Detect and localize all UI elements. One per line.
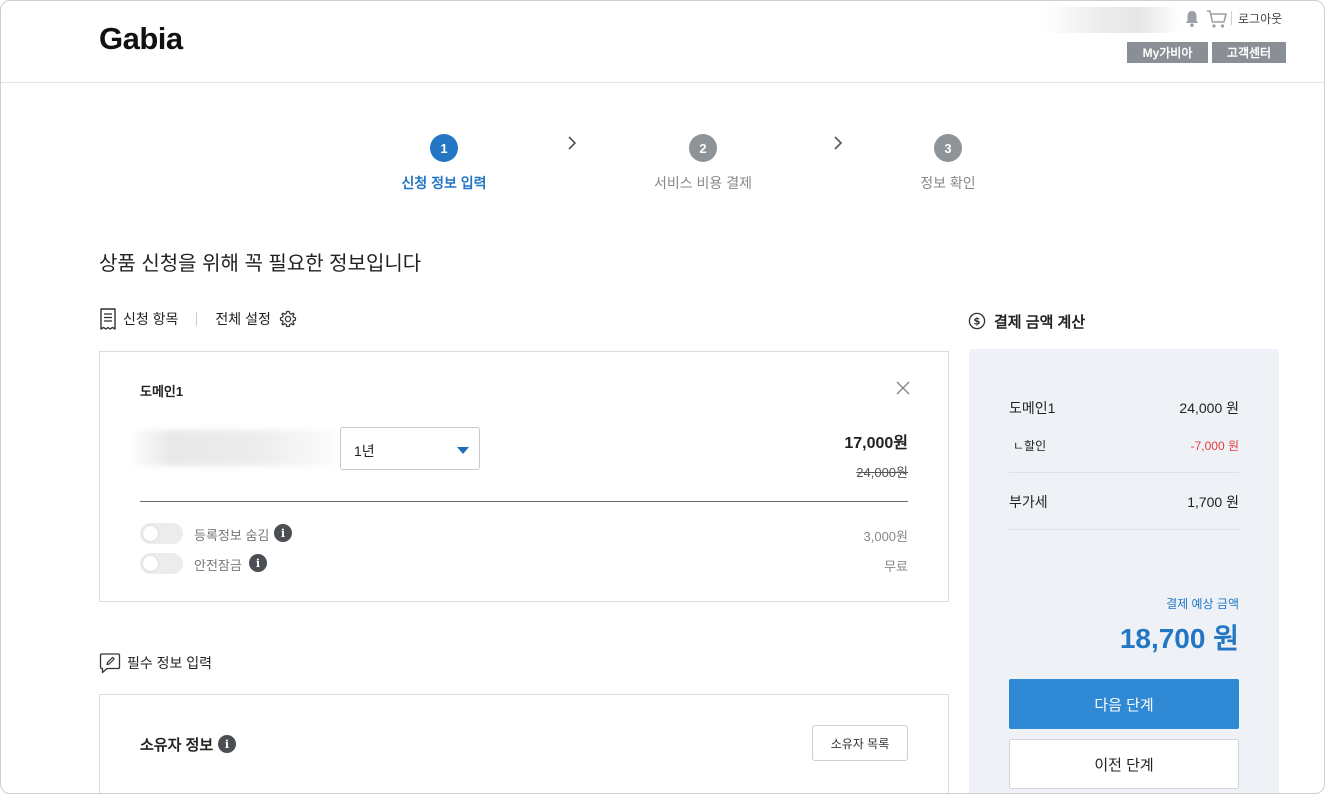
required-info-label: 필수 정보 입력 <box>127 655 213 671</box>
toolbar-separator <box>196 312 198 326</box>
payment-heading: $ 결제 금액 계산 <box>968 310 1085 332</box>
pay-row-vat: 부가세 1,700 원 <box>1009 492 1239 512</box>
privacy-hide-label: 등록정보 숨김 <box>194 528 270 543</box>
payment-summary-panel: 도메인1 24,000 원 ㄴ할인 -7,000 원 부가세 1,700 원 결… <box>969 349 1279 793</box>
pay-row-domain: 도메인1 24,000 원 <box>1009 398 1239 418</box>
dollar-icon: $ <box>968 312 986 330</box>
header-separator <box>1231 11 1232 25</box>
pay-vat-value: 1,700 원 <box>1187 494 1239 510</box>
safe-lock-label: 안전잠금 <box>194 558 242 573</box>
owner-list-button[interactable]: 소유자 목록 <box>812 725 908 761</box>
safe-lock-price: 무료 <box>884 559 908 574</box>
estimate-label: 결제 예상 금액 <box>1166 597 1239 611</box>
card-divider <box>140 501 908 502</box>
chevron-right-icon <box>568 136 577 150</box>
domain-item-title: 도메인1 <box>140 384 184 399</box>
pay-domain-value: 24,000 원 <box>1179 400 1239 416</box>
period-select[interactable]: 1년 <box>340 427 480 470</box>
receipt-icon <box>100 308 116 330</box>
cart-icon[interactable] <box>1206 9 1228 29</box>
settings-label[interactable]: 전체 설정 <box>215 309 270 329</box>
step-2-label: 서비스 비용 결제 <box>654 175 752 191</box>
items-label: 신청 항목 <box>123 311 179 327</box>
owner-info-card: 소유자 정보 i 소유자 목록 <box>99 694 949 793</box>
svg-text:$: $ <box>974 317 981 328</box>
customer-center-button[interactable]: 고객센터 <box>1212 42 1286 63</box>
gabia-logo[interactable]: Gabia <box>99 21 183 57</box>
domain-price: 17,000원 <box>844 435 908 452</box>
domain-name-redacted <box>132 430 336 466</box>
step-1-label: 신청 정보 입력 <box>401 175 487 191</box>
estimate-value: 18,700 원 <box>1119 623 1239 654</box>
pencil-icon <box>99 653 121 674</box>
owner-info-title: 소유자 정보 <box>140 737 214 754</box>
required-info-heading: 필수 정보 입력 <box>99 651 212 675</box>
pay-row-discount: ㄴ할인 -7,000 원 <box>1009 437 1239 455</box>
bell-icon[interactable] <box>1184 10 1200 28</box>
pay-domain-label: 도메인1 <box>1009 400 1056 416</box>
app-window: Gabia 로그아웃 My가비아 고객센터 1 신청 정보 입력 2 서비스 비… <box>0 0 1325 794</box>
domain-original-price: 24,000원 <box>856 465 908 480</box>
next-step-button[interactable]: 다음 단계 <box>1009 679 1239 729</box>
page-title: 상품 신청을 위해 꼭 필요한 정보입니다 <box>99 253 422 275</box>
step-3-label: 정보 확인 <box>920 175 976 191</box>
privacy-hide-toggle[interactable] <box>140 523 183 544</box>
domain-item-card: 도메인1 1년 17,000원 24,000원 등록정보 숨김 i 3,000원… <box>99 351 949 602</box>
prev-step-button[interactable]: 이전 단계 <box>1009 739 1239 789</box>
info-icon[interactable]: i <box>274 524 292 542</box>
close-icon[interactable] <box>895 380 911 396</box>
info-icon[interactable]: i <box>218 735 236 753</box>
caret-down-icon <box>457 447 469 454</box>
items-toolbar: 신청 항목 전체 설정 <box>99 308 297 330</box>
pay-discount-value: -7,000 원 <box>1190 439 1239 453</box>
step-2-circle: 2 <box>689 134 717 162</box>
info-icon[interactable]: i <box>249 554 267 572</box>
user-name-redacted <box>1041 7 1181 33</box>
step-3-circle: 3 <box>934 134 962 162</box>
top-header: Gabia 로그아웃 My가비아 고객센터 <box>1 1 1324 83</box>
chevron-right-icon <box>834 136 843 150</box>
safe-lock-toggle[interactable] <box>140 553 183 574</box>
logout-link[interactable]: 로그아웃 <box>1238 10 1282 27</box>
gear-icon[interactable] <box>279 310 297 328</box>
pay-divider <box>1009 472 1239 473</box>
privacy-hide-price: 3,000원 <box>863 529 909 544</box>
payment-heading-label: 결제 금액 계산 <box>994 313 1086 331</box>
step-1-circle: 1 <box>430 134 458 162</box>
pay-vat-label: 부가세 <box>1009 494 1048 510</box>
period-select-value: 1년 <box>354 443 375 459</box>
pay-divider <box>1009 529 1239 530</box>
pay-discount-label: ㄴ할인 <box>1013 439 1047 453</box>
my-gabia-button[interactable]: My가비아 <box>1127 42 1208 63</box>
